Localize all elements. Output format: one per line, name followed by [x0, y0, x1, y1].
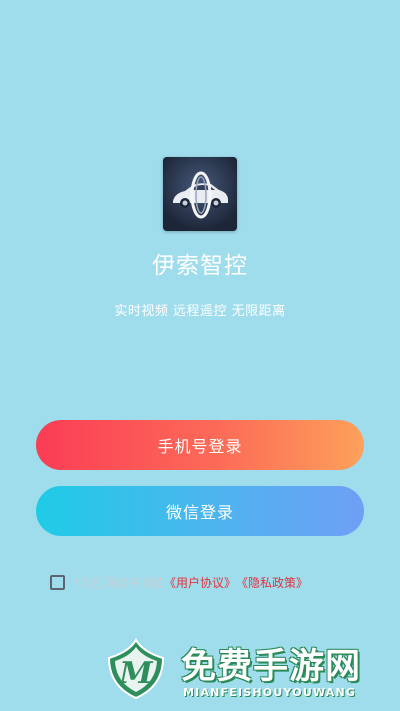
watermark-logo-letter: M [118, 656, 153, 691]
agreement-row: *我已阅读并同意 《用户协议》 《隐私政策》 [50, 572, 308, 592]
user-agreement-link[interactable]: 《用户协议》 [164, 574, 236, 591]
app-name: 伊索智控 [152, 253, 248, 279]
watermark-logo-icon: M [107, 638, 165, 700]
wechat-login-label: 微信登录 [165, 503, 234, 522]
app-tagline: 实时视频 远程遥控 无限距离 [114, 304, 286, 319]
privacy-policy-link[interactable]: 《隐私政策》 [236, 574, 308, 591]
watermark-title: 免费手游网 [181, 647, 362, 687]
app-logo-icon [163, 157, 237, 231]
agreement-checkbox[interactable] [50, 574, 65, 590]
watermark-subtitle: MIANFEISHOUYOUWANG [183, 686, 357, 699]
watermark: M 免费手游网 MIANFEISHOUYOUWANG [105, 636, 395, 708]
phone-login-button[interactable]: 手机号登录 [36, 420, 364, 470]
phone-login-label: 手机号登录 [157, 437, 243, 456]
agreement-text: *我已阅读并同意 [74, 575, 165, 590]
wechat-login-button[interactable]: 微信登录 [36, 486, 364, 536]
